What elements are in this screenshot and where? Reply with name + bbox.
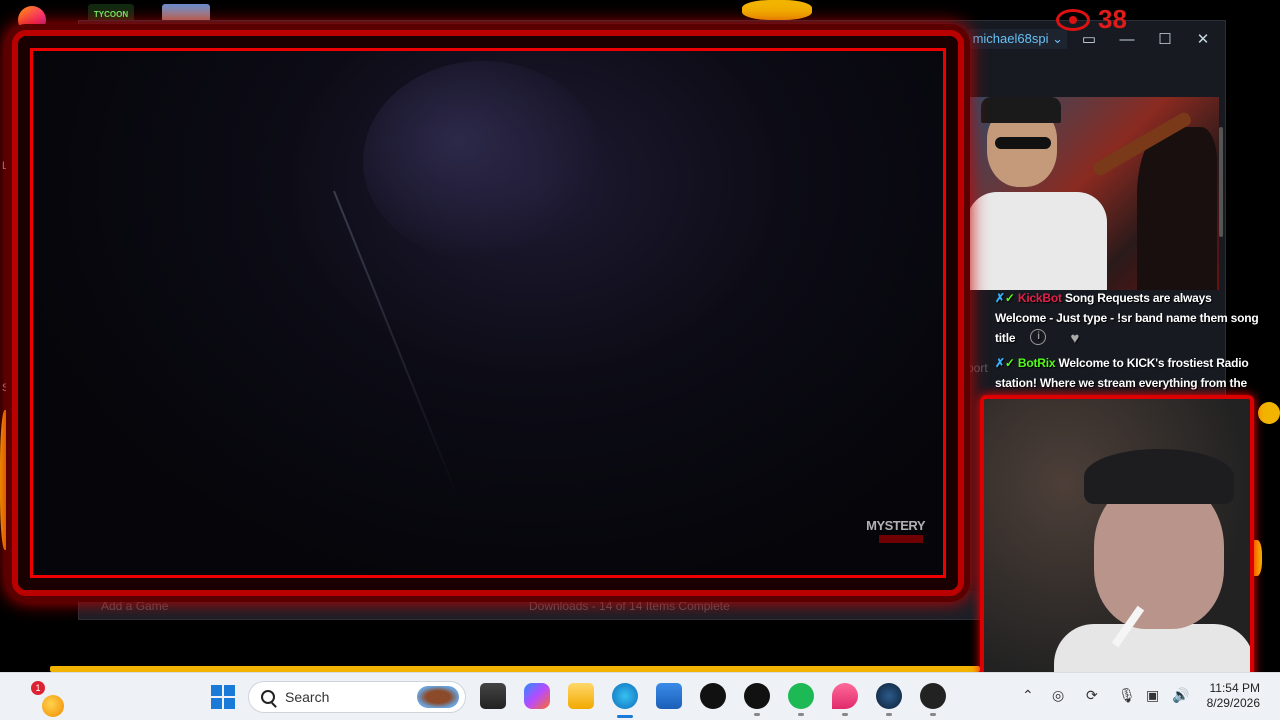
- running-app-indicator: [886, 713, 892, 716]
- spotify-icon[interactable]: [788, 683, 814, 709]
- chat-username: KickBot: [1017, 291, 1062, 305]
- task-view-icon[interactable]: [480, 683, 506, 709]
- steam-icon[interactable]: [876, 683, 902, 709]
- maps-pin-icon[interactable]: [832, 683, 858, 709]
- video-player[interactable]: MYSTERY: [30, 48, 946, 578]
- obs-icon[interactable]: [920, 683, 946, 709]
- search-placeholder: Search: [285, 689, 330, 705]
- notification-badge: 1: [31, 681, 45, 695]
- verified-badge-icon: ✓: [1004, 355, 1015, 370]
- sync-icon[interactable]: ⟳: [1086, 687, 1098, 704]
- security-icon[interactable]: ◎: [1052, 687, 1064, 704]
- webcam-feed: [980, 395, 1254, 672]
- network-icon[interactable]: ▣: [1146, 687, 1159, 704]
- desktop: TYCOON Lu Se ? michael68spi ⌄ ▭ — ☐ ✕ po…: [0, 0, 1280, 672]
- watermark-bar: [879, 535, 923, 543]
- viewer-count: 38: [1056, 4, 1127, 35]
- microphone-icon[interactable]: 🎙: [1118, 687, 1136, 704]
- downloads-status[interactable]: Downloads - 14 of 14 Items Complete: [529, 599, 730, 613]
- search-icon: [261, 690, 275, 704]
- clock-date: 8/29/2026: [1206, 696, 1260, 710]
- start-button[interactable]: [211, 685, 235, 709]
- show-hidden-icons-button[interactable]: ⌃: [1022, 687, 1034, 704]
- chat-username: BotRix: [1017, 355, 1056, 370]
- viewer-count-number: 38: [1098, 4, 1127, 34]
- windows-logo-tile: [224, 685, 235, 696]
- art-hair: [1137, 127, 1217, 290]
- taskbar: 1 Search ⌃ ◎ ⟳ 🎙 ▣ 🔊 11:54 PM 8/29/2026: [0, 672, 1280, 720]
- art-hat: [981, 97, 1061, 123]
- art-body: [967, 192, 1107, 290]
- moderator-badge-icon: ✗: [995, 355, 1005, 370]
- running-app-indicator: [798, 713, 804, 716]
- taskbar-search[interactable]: Search: [248, 681, 466, 713]
- account-username: michael68spi: [972, 31, 1049, 46]
- store-icon[interactable]: [656, 683, 682, 709]
- info-icon[interactable]: i: [1030, 328, 1047, 345]
- account-menu[interactable]: michael68spi ⌄: [968, 29, 1067, 49]
- football-search-highlight-icon: [417, 686, 459, 708]
- keypad-app-icon[interactable]: [744, 683, 770, 709]
- copilot-icon[interactable]: [524, 683, 550, 709]
- video-player-frame: MYSTERY: [12, 30, 964, 596]
- verified-badge-icon: ✓: [1004, 291, 1015, 305]
- webcam-person-shirt: [1054, 624, 1250, 672]
- add-game-button[interactable]: Add a Game: [101, 599, 168, 613]
- art-sunglasses: [995, 137, 1051, 149]
- heart-icon[interactable]: ♥: [1070, 329, 1079, 349]
- weather-icon: [42, 695, 64, 717]
- support-link[interactable]: port: [967, 361, 988, 375]
- clock-time: 11:54 PM: [1209, 681, 1260, 695]
- game-cover-art: [967, 97, 1219, 290]
- decoration-blob: [742, 0, 812, 20]
- decoration-blob: [0, 410, 12, 550]
- edge-icon[interactable]: [612, 683, 638, 709]
- windows-logo-tile: [224, 698, 235, 709]
- windows-logo-tile: [211, 698, 222, 709]
- running-app-indicator: [930, 713, 936, 716]
- webcam-person-cap: [1084, 449, 1234, 504]
- close-button[interactable]: ✕: [1187, 25, 1219, 53]
- running-app-indicator: [754, 713, 760, 716]
- moderator-badge-icon: ✗: [995, 291, 1005, 305]
- scrollbar-thumb[interactable]: [1219, 127, 1223, 237]
- maximize-button[interactable]: ☐: [1149, 25, 1181, 53]
- file-explorer-icon[interactable]: [568, 683, 594, 709]
- active-app-indicator: [617, 715, 633, 718]
- tiktok-icon[interactable]: [700, 683, 726, 709]
- system-clock[interactable]: 11:54 PM 8/29/2026: [1186, 681, 1260, 711]
- video-scene-shape: [363, 61, 603, 261]
- running-app-indicator: [842, 713, 848, 716]
- chat-actions: i ♥: [1030, 328, 1079, 349]
- chat-message: ✗✓ KickBot Song Requests are always Welc…: [995, 288, 1265, 349]
- eye-icon: [1056, 8, 1090, 31]
- windows-logo-tile: [211, 685, 222, 696]
- channel-watermark: MYSTERY: [866, 518, 925, 533]
